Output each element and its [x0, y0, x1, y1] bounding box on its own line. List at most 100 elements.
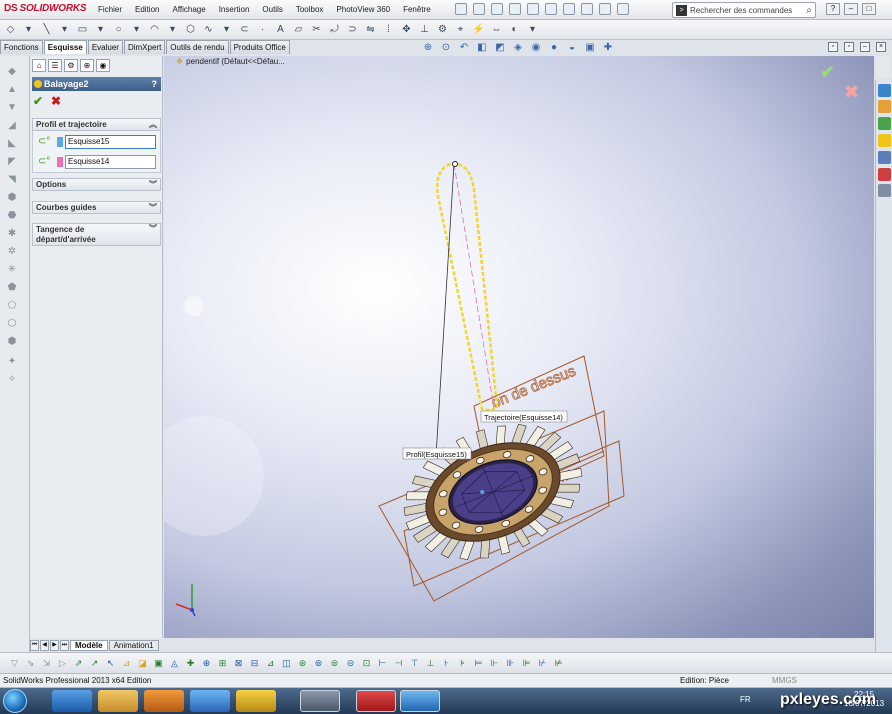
- trim-icon[interactable]: ✂: [310, 23, 323, 36]
- relation-tool-21-icon[interactable]: ⊜: [328, 657, 341, 670]
- point-icon[interactable]: ·: [256, 23, 269, 36]
- dimxpert-manager-tab-icon[interactable]: ⊕: [80, 59, 94, 72]
- internet-explorer-icon[interactable]: [52, 690, 92, 712]
- relation-tool-13-icon[interactable]: ⊕: [200, 657, 213, 670]
- chevron-down-icon[interactable]: ︾: [149, 224, 157, 234]
- solidworks-forum-icon[interactable]: [878, 184, 891, 197]
- relation-tool-4-icon[interactable]: ▷: [56, 657, 69, 670]
- slot-icon[interactable]: ⊂: [238, 23, 251, 36]
- rapid-sketch-icon[interactable]: ⚡: [472, 23, 485, 36]
- relation-tool-2-icon[interactable]: ⇘: [24, 657, 37, 670]
- relation-tool-32-icon[interactable]: ⊪: [504, 657, 517, 670]
- relation-tool-12-icon[interactable]: ✚: [184, 657, 197, 670]
- move-icon[interactable]: ✥: [400, 23, 413, 36]
- design-library-icon[interactable]: [878, 100, 891, 113]
- relation-tool-23-icon[interactable]: ⊡: [360, 657, 373, 670]
- line-icon[interactable]: ╲: [40, 23, 53, 36]
- strip-tool-16-icon[interactable]: ⬢: [6, 336, 18, 348]
- tab-animation1[interactable]: Animation1: [108, 640, 159, 651]
- rectangle-dropdown-icon[interactable]: ▾: [94, 23, 107, 36]
- group-tangency[interactable]: Tangence de départ/d'arrivée ︾: [32, 223, 161, 246]
- path-endpoint[interactable]: [452, 161, 458, 167]
- profile-field[interactable]: Esquisse15: [65, 135, 156, 149]
- spline-dropdown-icon[interactable]: ▾: [220, 23, 233, 36]
- viewport-close-icon[interactable]: ×: [876, 42, 886, 52]
- strip-tool-12-icon[interactable]: ✳: [6, 264, 18, 276]
- configuration-manager-tab-icon[interactable]: ⚙: [64, 59, 78, 72]
- circle-dropdown-icon[interactable]: ▾: [130, 23, 143, 36]
- arc-icon[interactable]: ◠: [148, 23, 161, 36]
- solidworks-logo[interactable]: DS SOLIDWORKS: [4, 3, 87, 14]
- relation-tool-33-icon[interactable]: ⊫: [520, 657, 533, 670]
- menu-affichage[interactable]: Affichage: [172, 5, 205, 14]
- view-palette-icon[interactable]: [878, 134, 891, 147]
- convert-icon[interactable]: ⤾: [328, 23, 341, 36]
- confirmation-ok-icon[interactable]: ✔: [820, 62, 835, 83]
- graphics-area[interactable]: on de dessus n2 Trajec: [164, 56, 874, 638]
- strip-tool-8-icon[interactable]: ⬢: [6, 192, 18, 204]
- apply-scene-icon[interactable]: ◒: [566, 42, 578, 54]
- menu-photoview[interactable]: PhotoView 360: [336, 5, 390, 14]
- custom-properties-icon[interactable]: [878, 168, 891, 181]
- tab-fonctions[interactable]: Fonctions: [0, 40, 43, 54]
- relation-tool-31-icon[interactable]: ⊩: [488, 657, 501, 670]
- relation-tool-22-icon[interactable]: ⊝: [344, 657, 357, 670]
- smart-dimension-icon[interactable]: ◇: [4, 23, 17, 36]
- file-properties-icon[interactable]: [599, 3, 611, 15]
- strip-tool-18-icon[interactable]: ✧: [6, 374, 18, 386]
- text-icon[interactable]: A: [274, 23, 287, 36]
- select-icon[interactable]: [545, 3, 557, 15]
- file-explorer-icon[interactable]: [98, 690, 138, 712]
- relation-tool-7-icon[interactable]: ↖: [104, 657, 117, 670]
- viewport-split-icon[interactable]: ▫: [828, 42, 838, 52]
- minimize-icon[interactable]: –: [844, 3, 858, 15]
- search-icon[interactable]: ⌕: [806, 5, 812, 16]
- menu-edition[interactable]: Edition: [135, 5, 159, 14]
- media-player-icon[interactable]: [144, 690, 184, 712]
- cancel-button[interactable]: ✖: [51, 94, 61, 108]
- strip-tool-3-icon[interactable]: ▼: [6, 102, 18, 114]
- previous-view-icon[interactable]: ↶: [458, 42, 470, 54]
- group-options[interactable]: Options ︾: [32, 178, 161, 191]
- viewport-restore-icon[interactable]: ▫: [844, 42, 854, 52]
- status-units[interactable]: MMGS: [772, 674, 797, 687]
- view-settings-icon[interactable]: ▣: [584, 42, 596, 54]
- print-icon[interactable]: [509, 3, 521, 15]
- strip-tool-11-icon[interactable]: ✲: [6, 246, 18, 258]
- tab-dimxpert[interactable]: DimXpert: [123, 40, 166, 54]
- rectangle-icon[interactable]: ▭: [76, 23, 89, 36]
- relation-tool-19-icon[interactable]: ⊛: [296, 657, 309, 670]
- tab-esquisse[interactable]: Esquisse: [43, 40, 87, 54]
- group-profile-trajectory[interactable]: Profil et trajectoire ︽: [32, 118, 161, 131]
- relation-tool-14-icon[interactable]: ⊞: [216, 657, 229, 670]
- explorer-window-icon[interactable]: [300, 690, 340, 712]
- strip-tool-13-icon[interactable]: ⬟: [6, 282, 18, 294]
- spline-icon[interactable]: ∿: [202, 23, 215, 36]
- strip-tool-17-icon[interactable]: ✦: [6, 356, 18, 368]
- relation-tool-8-icon[interactable]: ⊿: [120, 657, 133, 670]
- relation-tool-18-icon[interactable]: ◫: [280, 657, 293, 670]
- tab-modele[interactable]: Modèle: [70, 640, 108, 651]
- undo-icon[interactable]: [527, 3, 539, 15]
- strip-tool-5-icon[interactable]: ◣: [6, 138, 18, 150]
- relation-tool-3-icon[interactable]: ⇲: [40, 657, 53, 670]
- options-icon[interactable]: [581, 3, 593, 15]
- strip-tool-14-icon[interactable]: ⬠: [6, 300, 18, 312]
- relation-tool-24-icon[interactable]: ⊢: [376, 657, 389, 670]
- relation-tool-26-icon[interactable]: ⊤: [408, 657, 421, 670]
- maximize-icon[interactable]: □: [862, 3, 876, 15]
- edit-appearance-icon[interactable]: ●: [548, 42, 560, 54]
- quick-snaps-icon[interactable]: ⌖: [454, 23, 467, 36]
- last-tab-icon[interactable]: ⏭: [60, 640, 69, 651]
- chevron-down-icon[interactable]: ︾: [149, 202, 157, 214]
- relation-tool-30-icon[interactable]: ⊨: [472, 657, 485, 670]
- relation-tool-20-icon[interactable]: ⊚: [312, 657, 325, 670]
- start-button[interactable]: [3, 689, 27, 713]
- property-manager-tab-icon[interactable]: ☰: [48, 59, 62, 72]
- viewport-minimize-icon[interactable]: –: [860, 42, 870, 52]
- linear-pattern-icon[interactable]: ⁞: [382, 23, 395, 36]
- new-document-icon[interactable]: [455, 3, 467, 15]
- relations-icon[interactable]: ⊥: [418, 23, 431, 36]
- display-style-icon[interactable]: ◈: [512, 42, 524, 54]
- offset-icon[interactable]: ⊃: [346, 23, 359, 36]
